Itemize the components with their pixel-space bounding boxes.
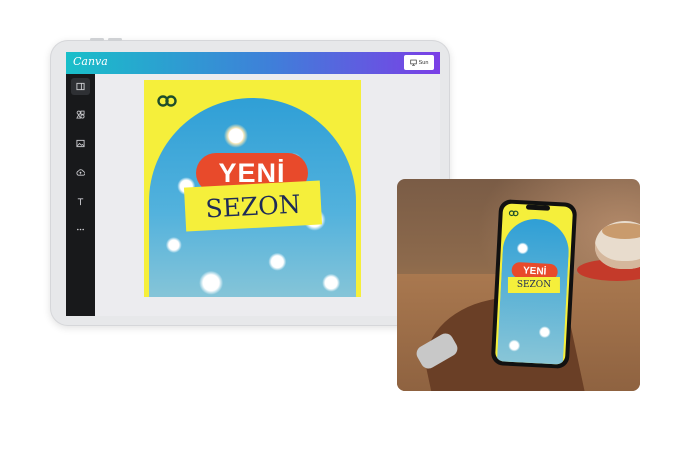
image-icon: [76, 139, 85, 148]
text-icon: [77, 198, 84, 206]
sidebar-item-uploads[interactable]: [75, 167, 86, 178]
sidebar-item-elements[interactable]: [75, 109, 86, 120]
present-button-label: Sun: [418, 59, 429, 66]
phone-screen: YENİ SEZON: [494, 203, 574, 365]
sidebar-item-images[interactable]: [75, 138, 86, 149]
tablet-button: [108, 38, 122, 41]
tablet-device: Canva Sun YENİ SEZON: [50, 38, 450, 326]
brand-mark-logo: [157, 95, 177, 107]
phone-subheadline-label: SEZON: [507, 276, 560, 293]
upload-icon: [76, 169, 85, 176]
elements-icon: [76, 110, 85, 119]
subheadline-label[interactable]: SEZON: [183, 180, 323, 232]
present-button[interactable]: Sun: [404, 55, 434, 70]
sidebar-item-text[interactable]: [75, 196, 86, 207]
editor-screen: Canva Sun YENİ SEZON: [66, 52, 440, 316]
phone-brand-mark-logo: [508, 210, 519, 217]
sidebar-item-layout[interactable]: [71, 78, 90, 95]
phone-photo-mockup: YENİ SEZON: [397, 179, 640, 391]
editor-sidebar: [66, 74, 95, 316]
editor-topbar: Canva Sun: [66, 52, 440, 74]
more-icon: [76, 228, 85, 231]
tablet-button: [90, 38, 104, 41]
brand-logo[interactable]: Canva: [73, 55, 108, 68]
design-canvas[interactable]: YENİ SEZON: [144, 80, 361, 297]
coffee-foam: [602, 223, 640, 239]
smartphone: YENİ SEZON: [490, 199, 578, 369]
layout-icon: [76, 82, 85, 91]
present-icon: [409, 59, 417, 66]
sidebar-item-more[interactable]: [75, 224, 86, 235]
